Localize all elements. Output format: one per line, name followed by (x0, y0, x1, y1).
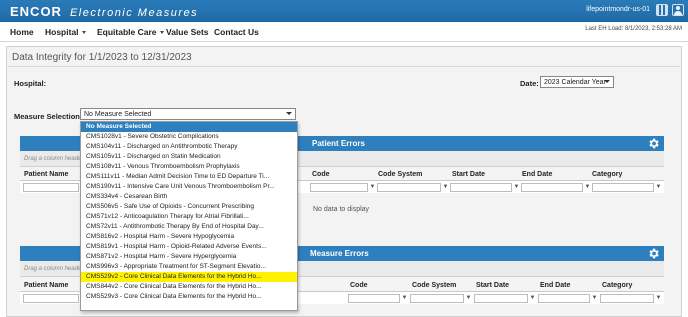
column-header[interactable]: Start Date (476, 282, 509, 289)
filter-icon[interactable]: ▼ (465, 294, 472, 303)
chevron-down-icon (159, 31, 164, 35)
dropdown-option[interactable]: CMS71v12 - Anticoagulation Therapy for A… (81, 212, 297, 222)
main-nav: Home Hospital Equitable Care Value Sets … (0, 22, 688, 42)
column-header[interactable]: Code (350, 282, 368, 289)
nav-equitable-care[interactable]: Equitable Care (97, 27, 164, 37)
hospital-label: Hospital: (14, 79, 47, 88)
nav-home[interactable]: Home (10, 27, 34, 37)
column-header[interactable]: Category (592, 171, 622, 178)
filter-input[interactable] (450, 183, 512, 192)
dropdown-option[interactable]: No Measure Selected (81, 122, 297, 132)
dropdown-option[interactable]: CMS1028v1 - Severe Obstetric Complicatio… (81, 132, 297, 142)
filter-input[interactable] (377, 183, 441, 192)
page-title: Data Integrity for 1/1/2023 to 12/31/202… (12, 52, 192, 63)
filter-icon[interactable]: ▼ (655, 294, 662, 303)
dropdown-option[interactable]: CMS72v11 - Antithrombotic Therapy By End… (81, 222, 297, 232)
no-data-message: No data to display (313, 206, 370, 213)
dropdown-option[interactable]: CMS334v4 - Cesarean Birth (81, 192, 297, 202)
filter-input[interactable] (23, 183, 79, 192)
measure-errors-title: Measure Errors (310, 249, 369, 258)
gear-icon[interactable] (647, 247, 660, 260)
filter-input[interactable] (310, 183, 368, 192)
filter-input[interactable] (592, 183, 654, 192)
filter-icon[interactable]: ▼ (401, 294, 408, 303)
gear-icon[interactable] (647, 137, 660, 150)
brand-subtitle: Electronic Measures (69, 7, 199, 19)
filter-input[interactable] (521, 183, 583, 192)
dropdown-option[interactable]: CMS529v3 - Core Clinical Data Elements f… (81, 292, 297, 302)
chevron-down-icon (286, 112, 292, 115)
dropdown-option[interactable]: CMS816v2 - Hospital Harm - Severe Hypogl… (81, 232, 297, 242)
dropdown-option[interactable]: CMS105v11 - Discharged on Statin Medicat… (81, 152, 297, 162)
nav-contact-us[interactable]: Contact Us (214, 27, 259, 37)
column-header[interactable]: End Date (522, 171, 552, 178)
filter-icon[interactable]: ▼ (442, 183, 449, 192)
column-header[interactable]: Category (602, 282, 632, 289)
date-select[interactable]: 2023 Calendar Year (540, 76, 614, 88)
filter-input[interactable] (23, 294, 79, 303)
last-load-timestamp: Last EH Load: 8/1/2023, 2:53:28 AM (585, 26, 682, 32)
dropdown-option[interactable]: CMS104v11 - Discharged on Antithrombotic… (81, 142, 297, 152)
filter-input[interactable] (410, 294, 464, 303)
filter-icon[interactable]: ▼ (529, 294, 536, 303)
dropdown-option[interactable]: CMS819v1 - Hospital Harm - Opioid-Relate… (81, 242, 297, 252)
column-header[interactable]: Code (312, 171, 330, 178)
nav-hospital[interactable]: Hospital (45, 27, 86, 37)
filter-input[interactable] (474, 294, 528, 303)
filter-input[interactable] (600, 294, 654, 303)
measure-label: Measure Selection: (14, 112, 83, 121)
brand-name: ENCOR (10, 4, 62, 19)
top-bar: ENCOR Electronic Measures lifepointmondr-… (0, 0, 688, 22)
filter-icon[interactable]: ▼ (584, 183, 591, 192)
column-header[interactable]: Code System (378, 171, 422, 178)
dropdown-option[interactable]: CMS996v3 - Appropriate Treatment for ST-… (81, 262, 297, 272)
dropdown-option[interactable]: CMS844v2 - Core Clinical Data Elements f… (81, 282, 297, 292)
column-header[interactable]: Patient Name (24, 282, 68, 289)
filter-icon[interactable]: ▼ (513, 183, 520, 192)
dropdown-option[interactable]: CMS871v2 - Hospital Harm - Severe Hyperg… (81, 252, 297, 262)
column-header[interactable]: End Date (540, 282, 570, 289)
measure-dropdown-list[interactable]: No Measure Selected CMS1028v1 - Severe O… (80, 121, 298, 311)
filter-icon[interactable]: ▼ (655, 183, 662, 192)
user-name[interactable]: lifepointmondr-us-01 (586, 6, 650, 13)
filter-input[interactable] (348, 294, 400, 303)
brand-logo[interactable]: ENCOR Electronic Measures (10, 4, 198, 19)
filter-icon[interactable]: ▼ (369, 183, 376, 192)
column-header[interactable]: Start Date (452, 171, 485, 178)
measure-select-value: No Measure Selected (84, 111, 152, 118)
column-header[interactable]: Patient Name (24, 171, 68, 178)
user-icon[interactable] (672, 4, 684, 16)
dropdown-option-highlighted[interactable]: CMS529v2 - Core Clinical Data Elements f… (81, 272, 297, 282)
filter-input[interactable] (538, 294, 590, 303)
dropdown-option[interactable]: CMS506v5 - Safe Use of Opioids - Concurr… (81, 202, 297, 212)
chevron-down-icon (604, 80, 610, 83)
dropdown-option[interactable]: CMS108v11 - Venous Thromboembolism Proph… (81, 162, 297, 172)
dropdown-option[interactable]: CMS190v11 - Intensive Care Unit Venous T… (81, 182, 297, 192)
patient-errors-title: Patient Errors (312, 139, 365, 148)
chevron-down-icon (81, 31, 86, 35)
date-select-value: 2023 Calendar Year (544, 79, 606, 86)
column-header[interactable]: Code System (412, 282, 456, 289)
dropdown-option[interactable]: CMS111v11 - Median Admit Decision Time t… (81, 172, 297, 182)
title-divider (8, 66, 680, 67)
grid-icon[interactable] (656, 4, 668, 16)
measure-select[interactable]: No Measure Selected (80, 108, 296, 120)
date-label: Date: (520, 79, 539, 88)
nav-value-sets[interactable]: Value Sets (166, 27, 209, 37)
filter-icon[interactable]: ▼ (591, 294, 598, 303)
